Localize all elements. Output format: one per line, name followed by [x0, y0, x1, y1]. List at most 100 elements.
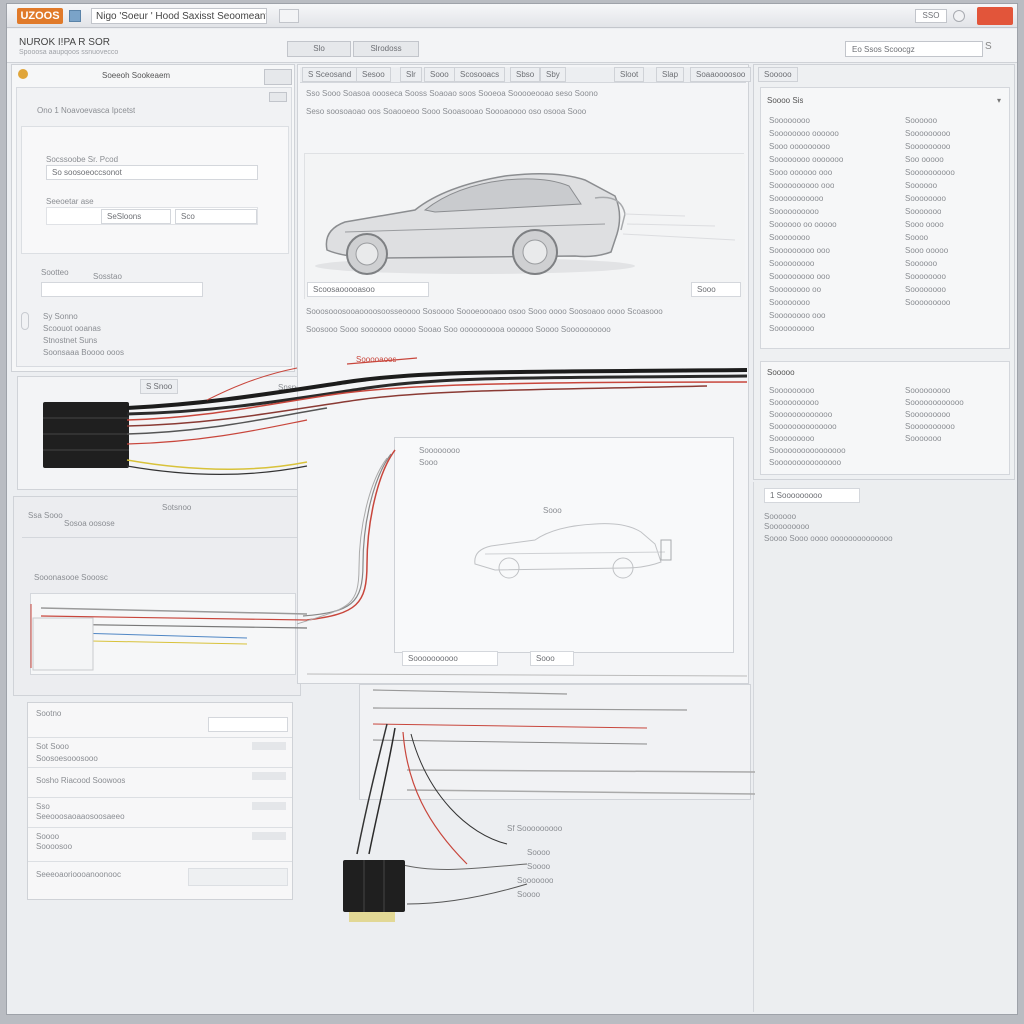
part-item[interactable]: Soooooooooo ooo: [769, 181, 834, 190]
part-item[interactable]: Sooo oooooo ooo: [769, 168, 832, 177]
parts-list-header: Soooo Sis: [767, 96, 804, 105]
detail-value: Sooooooooo: [905, 410, 951, 419]
row-action[interactable]: [252, 772, 286, 780]
drag-handle[interactable]: [21, 312, 29, 330]
row-field[interactable]: [188, 868, 288, 886]
part-item[interactable]: Sooooooooo: [769, 324, 814, 333]
image-caption-right[interactable]: Sooo: [691, 282, 741, 297]
part-item[interactable]: Soooooooo: [769, 116, 810, 125]
section2-field-b[interactable]: Sco: [175, 209, 257, 224]
pin-label: Sooooooo: [517, 876, 554, 885]
table-row[interactable]: Sot Sooo Soosoesooosooo: [28, 737, 292, 767]
document-icon[interactable]: [69, 10, 81, 22]
part-item[interactable]: Soooooooo ooooooo: [769, 155, 843, 164]
right-lower-line: Soooooo: [764, 512, 797, 521]
car-illustration: [305, 154, 745, 300]
toolbar-button-1[interactable]: Slo: [287, 41, 351, 57]
part-item[interactable]: Soooooooo: [769, 233, 810, 242]
table-row[interactable]: Soooo Soooosoo: [28, 827, 292, 857]
left-panel-header: Soeeoh Sookeaem: [102, 71, 171, 80]
table-row[interactable]: Sso Seeooosaoaaosoosaeeo: [28, 797, 292, 827]
list-item[interactable]: Scoouot ooanas: [43, 324, 101, 333]
list-item[interactable]: Sy Sonno: [43, 312, 78, 321]
harness-tag-a[interactable]: Soooooooooo: [402, 651, 498, 666]
part-value: Sooo oooo: [905, 220, 944, 229]
toolbar-search-input[interactable]: Eo Ssos Scoocgz: [845, 41, 983, 57]
tab-1[interactable]: S Sceosand: [302, 67, 358, 82]
document-title-field[interactable]: Nigo 'Soeur ' Hood Saxisst Seoomeantod: [91, 8, 267, 24]
section3-input[interactable]: [41, 282, 203, 297]
collapse-button[interactable]: [269, 92, 287, 102]
harness-strip: Soooooooooo Sooo: [310, 651, 750, 681]
row-action[interactable]: [252, 802, 286, 810]
close-button[interactable]: [977, 7, 1013, 25]
new-tab-button[interactable]: [279, 9, 299, 23]
part-item[interactable]: Sooooooooo: [769, 259, 814, 268]
part-item[interactable]: Soooooooo: [769, 298, 810, 307]
image-caption-field[interactable]: Scoosaooooasoo: [307, 282, 429, 297]
parts-list-section: Soooo Sis ▾ Soooooooo Soooooooo oooooo S…: [760, 87, 1010, 349]
details-col-2: Sooooooooo Soooooooooooo Sooooooooo Sooo…: [905, 386, 1005, 472]
part-item[interactable]: Sooooooooooo: [769, 194, 823, 203]
row-label: Soooo: [36, 832, 60, 841]
tab-2[interactable]: Sesoo: [356, 67, 391, 82]
help-icon[interactable]: [953, 10, 965, 22]
title-search-field[interactable]: SSO: [915, 9, 947, 23]
part-item[interactable]: Soooooooo oooooo: [769, 129, 839, 138]
part-value: Sooooooooo: [905, 129, 951, 138]
part-item[interactable]: Soooooo oo ooooo: [769, 220, 837, 229]
tab-4[interactable]: Sooo: [424, 67, 455, 82]
car-image: Scoosaooooasoo Sooo: [304, 153, 745, 300]
pin-label: Soooo: [527, 848, 551, 857]
row-label: Sosho Riacood Soowoos: [36, 776, 126, 785]
part-item[interactable]: Soooooooooo: [769, 207, 819, 216]
part-item[interactable]: Sooo ooooooooo: [769, 142, 830, 151]
list-item[interactable]: Soonsaaa Boooo ooos: [43, 348, 124, 357]
part-item[interactable]: Sooooooooo ooo: [769, 272, 830, 281]
tab-6[interactable]: Sbso: [510, 67, 541, 82]
mid-item: Sosoa oosose: [64, 519, 115, 528]
detail-value: Soooooooooo: [905, 422, 955, 431]
connector-tag[interactable]: S Snoo: [140, 379, 179, 394]
table-row[interactable]: Sosho Riacood Soowoos: [28, 767, 292, 797]
tab-8[interactable]: Sloot: [614, 67, 645, 82]
right-tab[interactable]: Sooooo: [758, 67, 798, 82]
bottom-left-search[interactable]: [208, 717, 288, 732]
divider: [22, 537, 302, 538]
wiring-document: Soooooooo Sooo Sooo: [394, 437, 734, 653]
toolbar-button-2[interactable]: Slrodoss: [353, 41, 419, 57]
part-item[interactable]: Soooooooo oo: [769, 285, 821, 294]
tab-10[interactable]: Soaaoooosoo: [690, 67, 752, 82]
details-col-1: Sooooooooo Soooooooooo Sooooooooooooo So…: [769, 386, 893, 472]
section2-field-a[interactable]: SeSloons: [101, 209, 171, 224]
row-action[interactable]: [252, 742, 286, 750]
harness-preview: Sooco: [30, 593, 296, 675]
list-item[interactable]: Stnostnet Suns: [43, 336, 97, 345]
app-window: UZOOS Nigo 'Soeur ' Hood Saxisst Seoomea…: [6, 3, 1018, 1015]
section3-label: Sootteo: [41, 268, 69, 277]
row-label: Seeeoaorioooanoonooc: [36, 870, 121, 879]
detail-value: Soooooooooooo: [905, 398, 964, 407]
part-value: Soooooo: [905, 116, 938, 125]
part-item[interactable]: Sooooooooo ooo: [769, 246, 830, 255]
table-row[interactable]: Seeeoaorioooanoonooc: [28, 861, 292, 893]
row-text: Soooosoo: [36, 842, 73, 851]
part-value: Soo ooooo: [905, 155, 944, 164]
chevron-down-icon[interactable]: ▾: [997, 96, 1001, 105]
tab-9[interactable]: Slap: [656, 67, 685, 82]
form-section: Socssoobe Sr. Pcod So soosoeoccsonot See…: [21, 126, 289, 254]
wire-tag: Sooooaoos: [356, 355, 397, 364]
part-value: Soooooooo: [905, 272, 946, 281]
right-lower-tag[interactable]: 1 Sooooooooo: [764, 488, 860, 503]
tab-7[interactable]: Sby: [540, 67, 566, 82]
tab-5[interactable]: Scosooacs: [454, 67, 506, 82]
row-action[interactable]: [252, 832, 286, 840]
section1-input[interactable]: So soosoeoccsonot: [46, 165, 258, 180]
center-tab-bar: S Sceosand Sesoo Slr Sooo Scosooacs Sbso…: [300, 67, 752, 83]
left-panel-menu-button[interactable]: [264, 69, 292, 85]
settings-icon[interactable]: S: [985, 41, 992, 52]
harness-tag-b[interactable]: Sooo: [530, 651, 574, 666]
part-value: Soooooooo: [905, 285, 946, 294]
tab-3[interactable]: Slr: [400, 67, 422, 82]
part-item[interactable]: Soooooooo ooo: [769, 311, 826, 320]
